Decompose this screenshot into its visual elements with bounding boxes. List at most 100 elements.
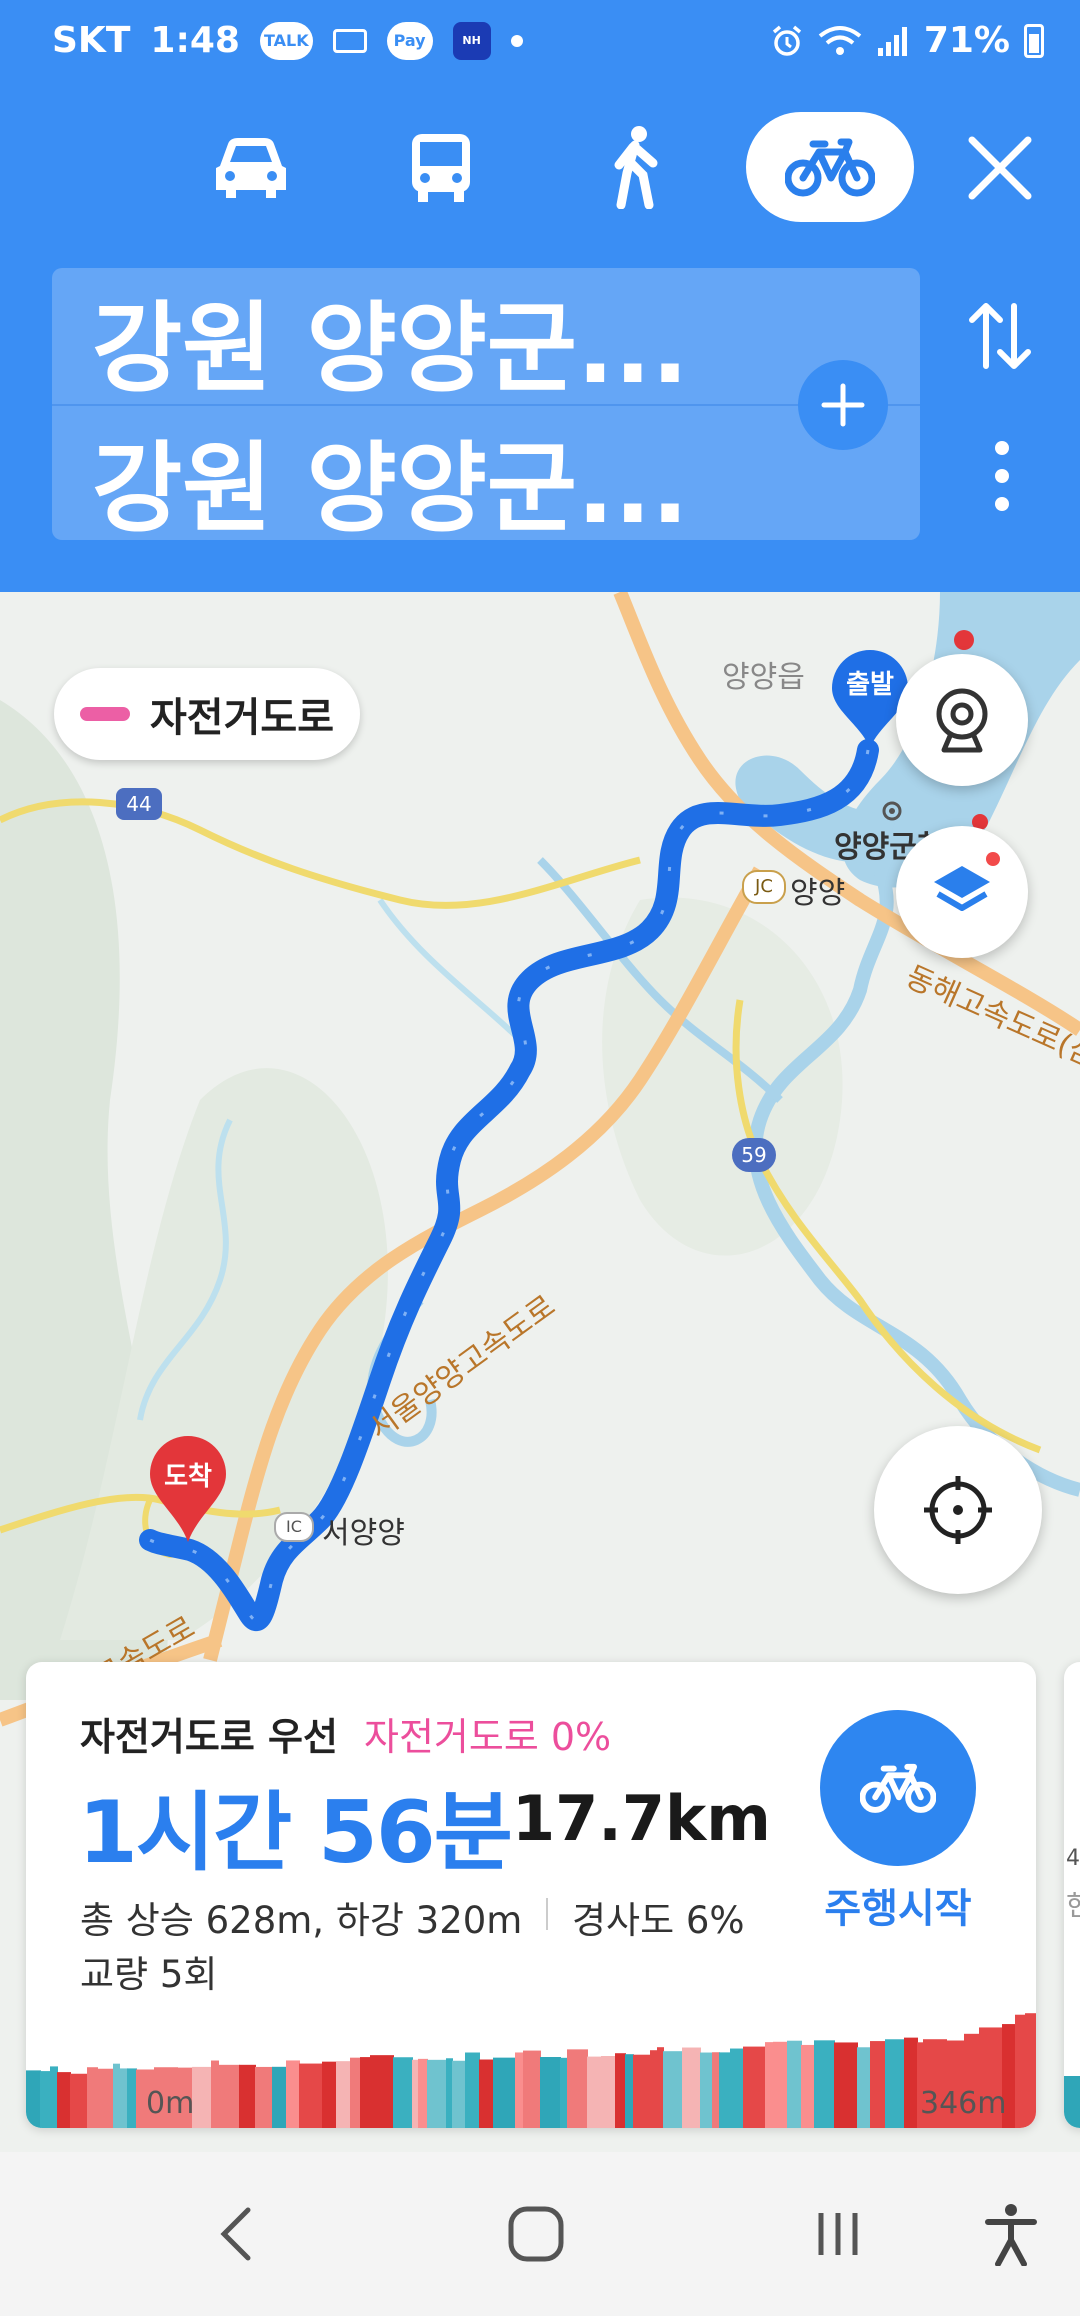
alarm-icon — [772, 25, 801, 56]
bicycle-icon — [785, 138, 875, 197]
elevation-band — [113, 2063, 120, 2128]
swap-arrows-icon — [969, 303, 1031, 369]
elevation-band — [299, 2063, 323, 2128]
more-notifications-dot — [510, 34, 523, 47]
route-summary-card[interactable]: 자전거도로 우선 자전거도로 0% 1시간 56분 17.7km 총 상승 62… — [26, 1662, 1036, 2128]
next-route-card-peek[interactable]: 418 현 — [1064, 1662, 1080, 2128]
elevation-band — [40, 2071, 51, 2128]
elevation-band — [1015, 2014, 1026, 2128]
nav-recents-button[interactable] — [808, 2194, 868, 2274]
elevation-band — [657, 2047, 664, 2128]
mode-car-tab[interactable] — [196, 112, 306, 222]
jc-badge: JC — [742, 870, 786, 904]
home-icon — [508, 2206, 564, 2262]
elevation-end-label: 346m — [920, 2086, 1007, 2121]
mode-bus-tab[interactable] — [386, 112, 496, 222]
layers-button[interactable] — [896, 826, 1028, 958]
elevation-band — [625, 2054, 634, 2128]
elevation-band — [885, 2039, 905, 2128]
elevation-band — [192, 2066, 212, 2128]
nav-home-button[interactable] — [500, 2194, 572, 2274]
elevation-band — [427, 2059, 447, 2128]
cctv-button[interactable] — [896, 654, 1028, 786]
elevation-band — [587, 2056, 602, 2128]
more-vertical-icon — [995, 441, 1009, 511]
elevation-band — [412, 2059, 419, 2128]
stat-divider — [546, 1898, 548, 1930]
elevation-band — [787, 2040, 802, 2128]
add-waypoint-button[interactable] — [798, 360, 888, 450]
elevation-band — [682, 2047, 701, 2128]
route-option-label: 자전거도로 우선 — [80, 1715, 338, 1759]
route-search-box: 강원 양양군... 강원 양양군... — [52, 268, 920, 540]
more-options-button[interactable] — [990, 436, 1014, 516]
back-chevron-icon — [220, 2207, 251, 2261]
bike-road-legend[interactable]: 자전거도로 — [54, 668, 360, 760]
elevation-band — [515, 2052, 524, 2128]
elevation-band — [523, 2050, 541, 2128]
bridge-count: 교량 5회 — [80, 1953, 218, 1996]
battery-icon — [1024, 23, 1044, 58]
elevation-band — [560, 2057, 568, 2128]
elevation-band — [393, 2057, 413, 2128]
map-label-ic: 서양양 — [322, 1516, 405, 1551]
mode-walk-tab[interactable] — [582, 112, 692, 222]
accessibility-icon — [985, 2204, 1037, 2266]
legend-label: 자전거도로 — [150, 695, 334, 741]
elevation-band — [26, 2070, 41, 2128]
elevation-band — [904, 2037, 918, 2128]
elevation-band — [322, 2061, 337, 2128]
elevation-band — [719, 2052, 731, 2128]
elevation-band — [218, 2064, 240, 2128]
bike-road-swatch — [80, 707, 130, 721]
elevation-band — [350, 2057, 361, 2128]
walking-person-icon — [614, 126, 658, 209]
close-button[interactable] — [962, 130, 1038, 206]
peek-label-1: 418 — [1066, 1846, 1080, 1871]
elevation-band — [211, 2060, 219, 2128]
map-label-jc: 양양 — [790, 876, 846, 911]
bus-icon — [412, 134, 470, 202]
nav-back-button[interactable] — [206, 2194, 266, 2274]
elevation-band — [567, 2049, 588, 2128]
elevation-band — [633, 2054, 651, 2128]
peek-label-2: 현 — [1066, 1889, 1080, 1922]
layers-new-dot — [986, 852, 1000, 866]
elevation-band — [418, 2058, 428, 2128]
end-pin[interactable]: 도착 — [148, 1434, 228, 1544]
system-navigation-bar — [0, 2152, 1080, 2316]
elevation-band — [479, 2059, 494, 2128]
elevation-band — [255, 2066, 273, 2128]
elevation-band — [57, 2072, 71, 2128]
destination-field[interactable]: 강원 양양군... — [92, 440, 689, 538]
elevation-band — [712, 2052, 720, 2128]
layers-icon — [934, 866, 990, 911]
swap-origin-destination-button[interactable] — [960, 296, 1040, 376]
elevation-band — [493, 2057, 516, 2128]
mode-bicycle-tab[interactable] — [746, 112, 914, 222]
elevation-band — [360, 2057, 371, 2128]
elevation-band — [97, 2068, 114, 2128]
elevation-band — [615, 2053, 626, 2128]
elevation-band — [119, 2068, 128, 2128]
elevation-band — [336, 2061, 351, 2128]
elevation-band — [700, 2052, 713, 2128]
current-location-button[interactable] — [874, 1426, 1042, 1594]
map-label-town: 양양읍 — [722, 660, 805, 695]
carrier-label: SKT — [52, 20, 131, 61]
accessibility-button[interactable] — [976, 2194, 1046, 2274]
signal-icon — [877, 26, 907, 56]
origin-field[interactable]: 강원 양양군... — [92, 300, 689, 398]
elevation-band — [127, 2068, 137, 2128]
elevation-band — [452, 2060, 466, 2128]
route-duration: 1시간 56분 — [78, 1783, 513, 1883]
field-divider — [52, 404, 920, 406]
crosshair-icon — [924, 1476, 992, 1544]
bicycle-icon — [860, 1763, 936, 1813]
start-riding-button[interactable] — [820, 1710, 976, 1866]
elevation-band — [743, 2046, 766, 2128]
clock: 1:48 — [150, 20, 240, 61]
elevation-band — [87, 2067, 98, 2128]
nh-bank-icon: NH — [452, 21, 491, 60]
start-riding-label[interactable]: 주행시작 — [802, 1876, 994, 1934]
